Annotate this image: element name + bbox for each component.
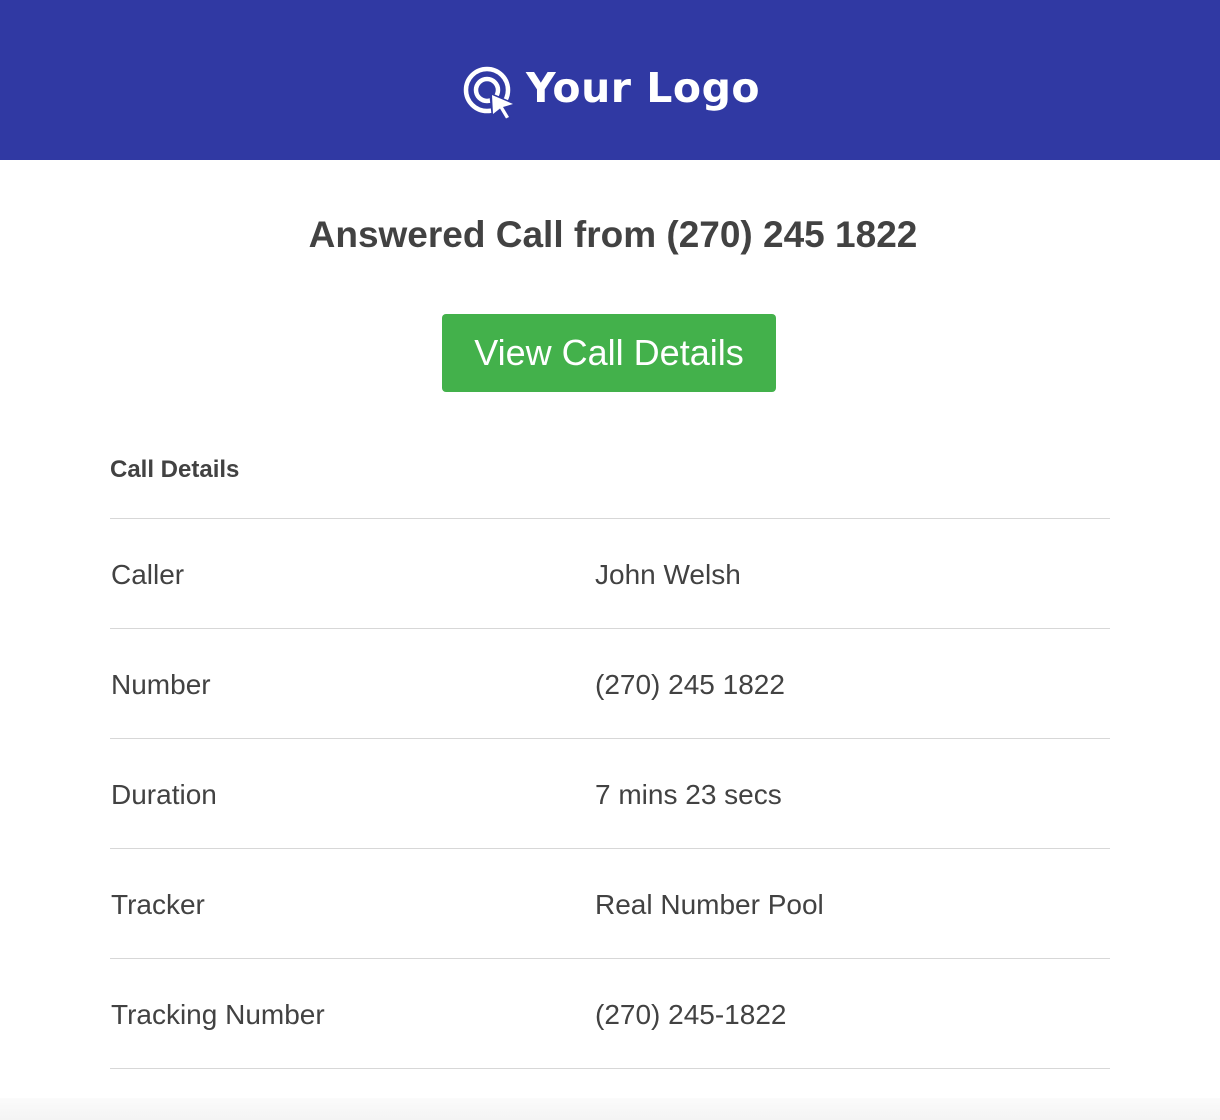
detail-value: (270) 245 1822 [595,669,785,700]
detail-label: Tracker [111,889,205,920]
logo-text: Your Logo [526,63,761,112]
logo[interactable]: Your Logo [462,62,760,122]
call-details-table: Caller John Welsh Number (270) 245 1822 … [110,518,1110,1069]
detail-row-tracking-number: Tracking Number (270) 245-1822 [110,958,1110,1069]
detail-value: Real Number Pool [595,889,824,920]
page-title: Answered Call from (270) 245 1822 [308,214,918,255]
detail-value: 7 mins 23 secs [595,779,782,810]
detail-value: (270) 245-1822 [595,999,787,1030]
detail-row-duration: Duration 7 mins 23 secs [110,738,1110,848]
email-header: Your Logo [0,0,1220,160]
detail-row-tracker: Tracker Real Number Pool [110,848,1110,958]
footer-shade [0,1098,1220,1120]
detail-value: John Welsh [595,559,741,590]
view-call-details-button[interactable]: View Call Details [442,314,776,392]
detail-label: Tracking Number [111,999,325,1030]
detail-label: Caller [111,559,185,590]
detail-row-number: Number (270) 245 1822 [110,628,1110,738]
detail-label: Number [111,669,211,700]
section-heading: Call Details [110,456,240,483]
cursor-target-icon [463,66,517,122]
detail-label: Duration [111,779,217,810]
detail-row-caller: Caller John Welsh [110,518,1110,628]
